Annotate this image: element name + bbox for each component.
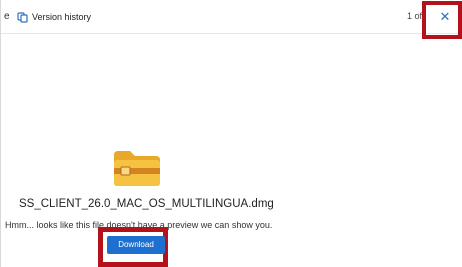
close-icon[interactable]: ✕ — [438, 10, 452, 24]
toolbar: e Version history 1 of ✕ — [1, 0, 462, 39]
version-history-label: Version history — [32, 12, 92, 22]
truncated-toolbar-text: e — [4, 11, 10, 22]
version-history-icon — [17, 11, 28, 23]
file-preview-panel: e Version history 1 of ✕ SS_CLIENT_26.0_… — [0, 0, 462, 267]
page-indicator: 1 of — [407, 11, 423, 21]
download-button[interactable]: Download — [107, 236, 165, 254]
version-history-button[interactable]: Version history — [17, 10, 91, 24]
folder-icon — [113, 149, 161, 187]
file-name: SS_CLIENT_26.0_MAC_OS_MULTILINGUA.dmg — [19, 198, 274, 210]
